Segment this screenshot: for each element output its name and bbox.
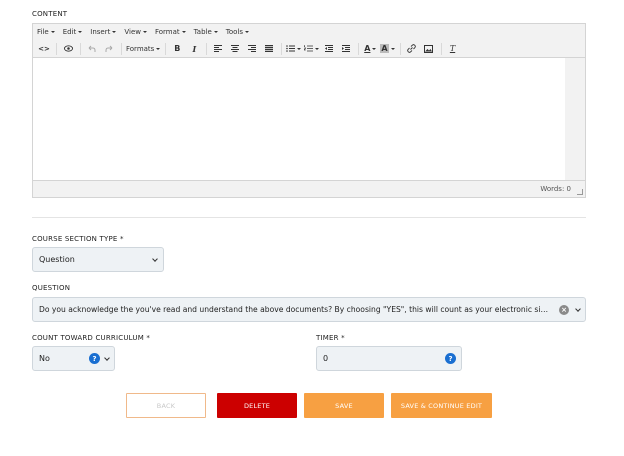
editor-toolbar: <> Formats B I A A T xyxy=(33,40,585,58)
image-icon xyxy=(424,44,434,53)
caret-down-icon xyxy=(181,31,186,33)
question-select[interactable]: Do you acknowledge the you've read and u… xyxy=(32,297,586,322)
bullet-list-button[interactable] xyxy=(286,42,302,56)
menu-file[interactable]: File xyxy=(37,28,55,36)
clear-formatting-button[interactable]: T xyxy=(446,42,460,56)
menu-format[interactable]: Format xyxy=(155,28,186,36)
toolbar-divider xyxy=(358,42,360,55)
editor-scroll-gutter xyxy=(565,58,585,182)
caret-down-icon xyxy=(245,31,250,33)
menu-tools[interactable]: Tools xyxy=(226,28,250,36)
course-section-type-value: Question xyxy=(39,255,75,264)
question-value: Do you acknowledge the you've read and u… xyxy=(39,305,551,314)
link-icon xyxy=(407,44,416,53)
menu-table[interactable]: Table xyxy=(194,28,218,36)
align-justify-button[interactable] xyxy=(262,42,276,56)
preview-button[interactable] xyxy=(61,42,75,56)
toolbar-divider xyxy=(399,42,401,55)
bold-button[interactable]: B xyxy=(170,42,184,56)
help-icon[interactable]: ? xyxy=(89,353,100,364)
save-and-continue-edit-button[interactable]: SAVE & CONTINUE EDIT xyxy=(391,393,492,418)
course-section-type-select[interactable]: Question xyxy=(32,247,164,272)
resize-handle-icon[interactable] xyxy=(577,189,583,195)
chevron-down-icon xyxy=(104,355,110,361)
align-left-button[interactable] xyxy=(211,42,225,56)
menu-insert[interactable]: Insert xyxy=(90,28,117,36)
background-color-button[interactable]: A xyxy=(380,42,395,56)
menu-edit[interactable]: Edit xyxy=(63,28,83,36)
caret-down-icon xyxy=(78,31,83,33)
count-toward-curriculum-label: COUNT TOWARD CURRICULUM * xyxy=(32,334,151,342)
numbered-list-icon xyxy=(304,45,314,52)
timer-value: 0 xyxy=(323,354,329,363)
rich-text-editor: File Edit Insert View Format Table Tools… xyxy=(32,23,586,198)
menu-view[interactable]: View xyxy=(124,28,147,36)
word-count: Words: 0 xyxy=(540,185,571,193)
toolbar-divider xyxy=(440,42,442,55)
caret-down-icon xyxy=(156,47,161,50)
bullet-list-icon xyxy=(286,45,296,52)
text-color-icon: A xyxy=(364,44,371,53)
editor-statusbar: Words: 0 xyxy=(33,180,585,197)
count-toward-curriculum-select[interactable]: No ? xyxy=(32,346,115,371)
timer-input[interactable]: 0 ? xyxy=(316,346,462,371)
outdent-icon xyxy=(325,45,334,52)
help-icon[interactable]: ? xyxy=(445,353,456,364)
toolbar-divider xyxy=(165,42,167,55)
toolbar-divider xyxy=(80,42,81,55)
count-toward-curriculum-value: No xyxy=(39,354,50,363)
redo-button[interactable] xyxy=(102,42,116,56)
align-center-icon xyxy=(231,45,240,52)
indent-icon xyxy=(342,45,351,52)
caret-down-icon xyxy=(372,47,377,50)
align-right-button[interactable] xyxy=(245,42,259,56)
formats-dropdown[interactable]: Formats xyxy=(126,42,161,56)
text-color-button[interactable]: A xyxy=(363,42,377,56)
insert-link-button[interactable] xyxy=(405,42,419,56)
course-section-type-label: COURSE SECTION TYPE * xyxy=(32,235,124,243)
align-right-icon xyxy=(248,45,257,52)
numbered-list-button[interactable] xyxy=(304,42,320,56)
toolbar-divider xyxy=(121,42,122,55)
chevron-down-icon xyxy=(152,256,158,262)
caret-down-icon xyxy=(142,31,147,33)
italic-button[interactable]: I xyxy=(187,42,201,56)
back-button[interactable]: BACK xyxy=(126,393,206,418)
indent-button[interactable] xyxy=(339,42,353,56)
caret-down-icon xyxy=(213,31,218,33)
delete-button[interactable]: DELETE xyxy=(217,393,297,418)
background-color-icon: A xyxy=(380,44,389,53)
caret-down-icon xyxy=(297,47,302,50)
toolbar-divider xyxy=(206,42,208,55)
undo-icon xyxy=(88,45,96,52)
save-button[interactable]: SAVE xyxy=(304,393,384,418)
outdent-button[interactable] xyxy=(322,42,336,56)
source-code-button[interactable]: <> xyxy=(37,42,51,56)
caret-down-icon xyxy=(112,31,117,33)
toolbar-divider xyxy=(56,42,57,55)
align-left-icon xyxy=(214,45,223,52)
redo-icon xyxy=(105,45,113,52)
editor-menubar: File Edit Insert View Format Table Tools xyxy=(33,24,585,40)
clear-selection-icon[interactable]: × xyxy=(559,305,569,315)
insert-image-button[interactable] xyxy=(422,42,436,56)
chevron-down-icon[interactable] xyxy=(575,306,581,312)
source-code-icon: <> xyxy=(38,44,50,53)
caret-down-icon xyxy=(50,31,55,33)
align-center-button[interactable] xyxy=(228,42,242,56)
toolbar-divider xyxy=(281,42,283,55)
timer-label: TIMER * xyxy=(316,334,345,342)
caret-down-icon xyxy=(390,47,395,50)
question-label: QUESTION xyxy=(32,284,71,292)
clear-formatting-icon: T xyxy=(449,44,456,53)
undo-button[interactable] xyxy=(85,42,99,56)
content-label: CONTENT xyxy=(32,10,68,18)
section-divider xyxy=(32,217,586,218)
align-justify-icon xyxy=(265,45,274,52)
editor-content-area[interactable] xyxy=(33,58,566,182)
eye-icon xyxy=(63,45,73,52)
caret-down-icon xyxy=(315,47,320,50)
